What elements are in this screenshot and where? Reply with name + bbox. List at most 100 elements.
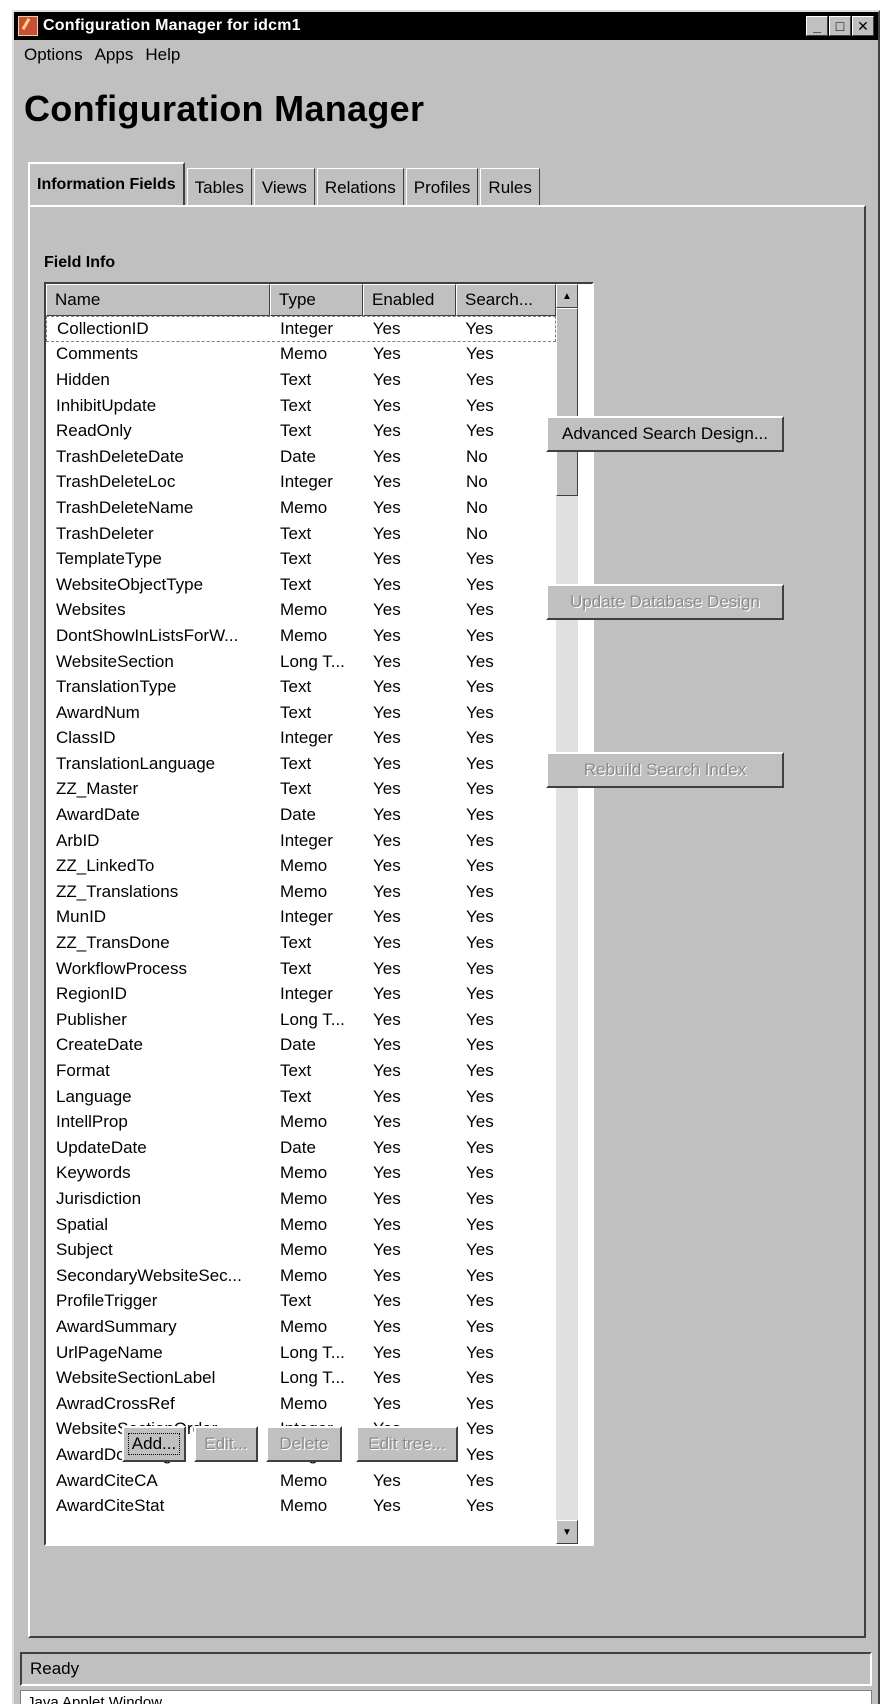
- table-row[interactable]: AwardDate Date Yes Yes: [46, 802, 556, 828]
- cell-enabled: Yes: [373, 805, 401, 825]
- close-icon[interactable]: ✕: [852, 16, 874, 36]
- column-header-search[interactable]: Search...: [456, 284, 556, 316]
- table-row[interactable]: InhibitUpdate Text Yes Yes: [46, 393, 556, 419]
- menu-apps[interactable]: Apps: [95, 45, 134, 65]
- window-title: Configuration Manager for idcm1: [43, 17, 301, 34]
- column-header-type[interactable]: Type: [270, 284, 363, 316]
- cell-name: Language: [56, 1086, 132, 1106]
- menu-help[interactable]: Help: [145, 45, 180, 65]
- table-row[interactable]: Hidden Text Yes Yes: [46, 367, 556, 393]
- table-row[interactable]: ZZ_TransDone Text Yes Yes: [46, 930, 556, 956]
- cell-type: Long T...: [280, 1368, 345, 1388]
- table-row[interactable]: ZZ_LinkedTo Memo Yes Yes: [46, 853, 556, 879]
- table-row[interactable]: MunID Integer Yes Yes: [46, 905, 556, 931]
- column-header-name[interactable]: Name: [46, 284, 270, 316]
- cell-enabled: Yes: [373, 907, 401, 927]
- table-row[interactable]: Spatial Memo Yes Yes: [46, 1212, 556, 1238]
- table-row[interactable]: UrlPageName Long T... Yes Yes: [46, 1340, 556, 1366]
- tab-tables[interactable]: Tables: [186, 168, 252, 206]
- scroll-up-icon[interactable]: ▲: [556, 284, 578, 308]
- cell-type: Date: [280, 1035, 316, 1055]
- table-row[interactable]: TrashDeleteName Memo Yes No: [46, 495, 556, 521]
- menu-options[interactable]: Options: [24, 45, 83, 65]
- table-row[interactable]: Comments Memo Yes Yes: [46, 342, 556, 368]
- table-row[interactable]: CreateDate Date Yes Yes: [46, 1033, 556, 1059]
- cell-type: Text: [280, 677, 312, 697]
- table-row[interactable]: AwardCiteStat Memo Yes Yes: [46, 1493, 556, 1519]
- cell-enabled: Yes: [373, 369, 401, 389]
- table-row[interactable]: TrashDeleteDate Date Yes No: [46, 444, 556, 470]
- table-row[interactable]: ArbID Integer Yes Yes: [46, 828, 556, 854]
- maximize-icon[interactable]: □: [829, 16, 851, 36]
- cell-search: Yes: [466, 830, 494, 850]
- cell-search: Yes: [466, 1086, 494, 1106]
- table-row[interactable]: TemplateType Text Yes Yes: [46, 546, 556, 572]
- table-row[interactable]: Subject Memo Yes Yes: [46, 1237, 556, 1263]
- advanced-search-design-button[interactable]: Advanced Search Design...: [546, 416, 784, 452]
- table-row[interactable]: CollectionID Integer Yes Yes: [46, 316, 556, 342]
- tab-information-fields[interactable]: Information Fields: [28, 162, 185, 206]
- rebuild-search-index-label: Rebuild Search Index: [583, 760, 747, 779]
- update-database-design-button[interactable]: Update Database Design: [546, 584, 784, 620]
- table-row[interactable]: UpdateDate Date Yes Yes: [46, 1135, 556, 1161]
- table-row[interactable]: RegionID Integer Yes Yes: [46, 981, 556, 1007]
- edit-button[interactable]: Edit...: [194, 1426, 258, 1462]
- table-row[interactable]: ZZ_Master Text Yes Yes: [46, 777, 556, 803]
- edit-tree-button[interactable]: Edit tree...: [356, 1426, 458, 1462]
- table-row[interactable]: DontShowInListsForW... Memo Yes Yes: [46, 623, 556, 649]
- cell-search: Yes: [466, 651, 494, 671]
- table-row[interactable]: AwardNum Text Yes Yes: [46, 700, 556, 726]
- tab-relations[interactable]: Relations: [316, 168, 404, 206]
- table-row[interactable]: ProfileTrigger Text Yes Yes: [46, 1289, 556, 1315]
- cell-enabled: Yes: [373, 523, 401, 543]
- table-row[interactable]: TranslationType Text Yes Yes: [46, 674, 556, 700]
- cell-enabled: Yes: [373, 472, 401, 492]
- table-row[interactable]: Format Text Yes Yes: [46, 1058, 556, 1084]
- cell-type: Long T...: [280, 651, 345, 671]
- minimize-icon[interactable]: _: [806, 16, 828, 36]
- table-row[interactable]: ClassID Integer Yes Yes: [46, 726, 556, 752]
- table-row[interactable]: AwradCrossRef Memo Yes Yes: [46, 1391, 556, 1417]
- table-row[interactable]: TrashDeleter Text Yes No: [46, 521, 556, 547]
- cell-enabled: Yes: [373, 856, 401, 876]
- table-row[interactable]: IntellProp Memo Yes Yes: [46, 1109, 556, 1135]
- table-row[interactable]: ZZ_Translations Memo Yes Yes: [46, 879, 556, 905]
- cell-type: Memo: [280, 344, 328, 364]
- title-bar[interactable]: Configuration Manager for idcm1 _ □ ✕: [14, 12, 878, 40]
- tab-rules[interactable]: Rules: [480, 168, 540, 206]
- cell-enabled: Yes: [373, 1035, 401, 1055]
- table-row[interactable]: Publisher Long T... Yes Yes: [46, 1007, 556, 1033]
- table-row[interactable]: Websites Memo Yes Yes: [46, 598, 556, 624]
- table-row[interactable]: AwardCiteCA Memo Yes Yes: [46, 1468, 556, 1494]
- add-button[interactable]: Add...: [122, 1426, 186, 1462]
- scroll-thumb[interactable]: [556, 308, 578, 496]
- cell-name: Keywords: [56, 1163, 131, 1183]
- rebuild-search-index-button[interactable]: Rebuild Search Index: [546, 752, 784, 788]
- vertical-scrollbar[interactable]: ▲ ▼: [556, 284, 578, 1544]
- table-row[interactable]: TranslationLanguage Text Yes Yes: [46, 751, 556, 777]
- table-row[interactable]: WebsiteSectionLabel Long T... Yes Yes: [46, 1365, 556, 1391]
- table-row[interactable]: ReadOnly Text Yes Yes: [46, 418, 556, 444]
- cell-type: Memo: [280, 1470, 328, 1490]
- table-row[interactable]: Language Text Yes Yes: [46, 1084, 556, 1110]
- cell-search: Yes: [466, 549, 494, 569]
- table-row[interactable]: WebsiteSection Long T... Yes Yes: [46, 649, 556, 675]
- table-row[interactable]: WorkflowProcess Text Yes Yes: [46, 956, 556, 982]
- delete-button[interactable]: Delete: [266, 1426, 342, 1462]
- tab-profiles[interactable]: Profiles: [405, 168, 479, 206]
- cell-type: Memo: [280, 625, 328, 645]
- cell-search: Yes: [466, 856, 494, 876]
- column-header-enabled[interactable]: Enabled: [363, 284, 456, 316]
- table-row[interactable]: WebsiteObjectType Text Yes Yes: [46, 572, 556, 598]
- table-row[interactable]: SecondaryWebsiteSec... Memo Yes Yes: [46, 1263, 556, 1289]
- cell-name: ProfileTrigger: [56, 1291, 158, 1311]
- table-row[interactable]: Keywords Memo Yes Yes: [46, 1161, 556, 1187]
- table-row[interactable]: Jurisdiction Memo Yes Yes: [46, 1186, 556, 1212]
- scroll-down-icon[interactable]: ▼: [556, 1520, 578, 1544]
- field-table: Name Type Enabled Search... CollectionID…: [44, 282, 594, 1546]
- table-row[interactable]: AwardSummary Memo Yes Yes: [46, 1314, 556, 1340]
- cell-enabled: Yes: [373, 574, 401, 594]
- tab-views[interactable]: Views: [253, 168, 315, 206]
- table-row[interactable]: TrashDeleteLoc Integer Yes No: [46, 470, 556, 496]
- cell-name: WebsiteObjectType: [56, 574, 204, 594]
